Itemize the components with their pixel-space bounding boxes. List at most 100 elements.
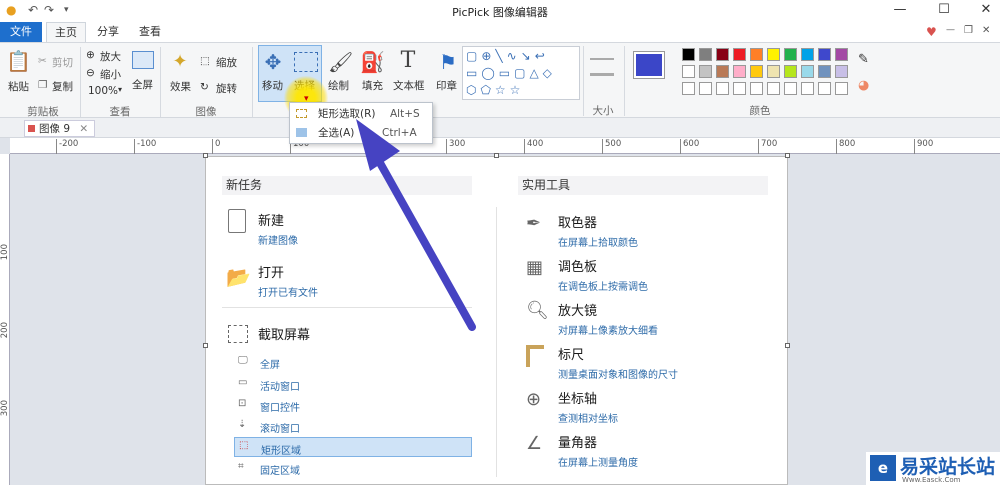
chevron-down-icon[interactable]: ▾: [118, 85, 122, 94]
palette-swatch[interactable]: [818, 48, 831, 61]
axis-link[interactable]: 坐标轴: [558, 388, 597, 407]
palette-swatch[interactable]: [733, 82, 746, 95]
palette-swatch[interactable]: [801, 82, 814, 95]
palette-swatch[interactable]: [767, 82, 780, 95]
palette-swatch[interactable]: [682, 48, 695, 61]
shapes-gallery[interactable]: ▢⊕╲∿↘↩ ▭◯▭▢△◇ ⬡⬠☆☆: [462, 46, 580, 100]
maximize-button[interactable]: ☐: [932, 2, 956, 17]
new-link[interactable]: 新建: [258, 210, 284, 229]
palette-swatch[interactable]: [716, 82, 729, 95]
resize-handle[interactable]: [785, 343, 790, 348]
palette-swatch[interactable]: [716, 48, 729, 61]
capture-fullscreen[interactable]: 全屏: [260, 356, 280, 371]
color-palette-link[interactable]: 调色板: [558, 256, 597, 275]
open-link[interactable]: 打开: [258, 262, 284, 281]
tab-file[interactable]: 文件: [0, 22, 42, 42]
minimize-button[interactable]: —: [888, 2, 912, 17]
tab-share[interactable]: 分享: [90, 22, 126, 42]
zoom-out-button[interactable]: 缩小: [100, 67, 121, 82]
palette-swatch[interactable]: [818, 65, 831, 78]
resize-handle[interactable]: [494, 153, 499, 158]
tab-view[interactable]: 查看: [132, 22, 168, 42]
tab-home[interactable]: 主页: [46, 22, 86, 42]
palette-swatch[interactable]: [835, 48, 848, 61]
restore-icon[interactable]: ❐: [964, 25, 973, 36]
doc-close-icon[interactable]: ✕: [982, 25, 990, 36]
document-tabs: 图像 9 ✕: [0, 118, 1000, 138]
resize-handle[interactable]: [203, 343, 208, 348]
copy-button[interactable]: 复制: [52, 79, 73, 94]
capture-fixed[interactable]: 固定区域: [260, 462, 300, 477]
palette-swatch[interactable]: [733, 65, 746, 78]
palette-swatch[interactable]: [801, 48, 814, 61]
capture-control[interactable]: 窗口控件: [260, 399, 300, 414]
palette-swatch[interactable]: [784, 65, 797, 78]
fullscreen-button[interactable]: 全屏: [132, 77, 153, 92]
capture-link[interactable]: 截取屏幕: [258, 324, 310, 343]
move-button[interactable]: 移动: [262, 78, 283, 93]
shape-row: ⬡⬠☆☆: [466, 83, 525, 97]
heart-icon[interactable]: ♥: [926, 25, 937, 39]
close-button[interactable]: ✕: [974, 2, 998, 17]
protractor-sub: 在屏幕上测量角度: [558, 458, 638, 469]
palette-icon[interactable]: ◕: [858, 78, 869, 93]
zoom-level-select[interactable]: 100%: [88, 85, 118, 97]
capture-scroll[interactable]: 滚动窗口: [260, 420, 300, 435]
magnifier-icon: 🔍︎: [526, 300, 549, 321]
paste-button[interactable]: 粘贴: [8, 79, 29, 94]
palette-swatch[interactable]: [716, 65, 729, 78]
palette-swatch[interactable]: [750, 48, 763, 61]
rotate-button[interactable]: 旋转: [216, 81, 237, 96]
resize-button[interactable]: 缩放: [216, 55, 237, 70]
arrow-head: [356, 119, 400, 171]
draw-button[interactable]: 绘制: [328, 78, 349, 93]
capture-region-row[interactable]: ⬚ 矩形区域: [234, 437, 472, 457]
palette-swatch[interactable]: [682, 65, 695, 78]
close-tab-icon[interactable]: ✕: [79, 123, 88, 135]
zoom-out-icon: ⊖: [86, 67, 95, 79]
palette-swatch[interactable]: [767, 65, 780, 78]
brush-icon: 🖌: [328, 50, 354, 74]
resize-handle[interactable]: [785, 153, 790, 158]
protractor-link[interactable]: 量角器: [558, 432, 597, 451]
palette-swatch[interactable]: [801, 65, 814, 78]
palette-swatch[interactable]: [767, 48, 780, 61]
ruler-tick: 700: [758, 139, 777, 154]
separator: [583, 46, 584, 116]
shape-row: ▭◯▭▢△◇: [466, 66, 556, 80]
column-divider: [496, 207, 497, 477]
canvas[interactable]: 新任务 实用工具 新建 新建图像 📂 打开 打开已有文件 截取屏幕 🖵 全屏 ▭…: [205, 156, 788, 485]
ruler-tick: 600: [680, 139, 699, 154]
palette-swatch[interactable]: [750, 82, 763, 95]
palette-swatch[interactable]: [835, 82, 848, 95]
palette-swatch[interactable]: [835, 65, 848, 78]
resize-handle[interactable]: [203, 153, 208, 158]
palette-swatch[interactable]: [699, 82, 712, 95]
palette-swatch[interactable]: [784, 48, 797, 61]
line-size-icon[interactable]: [590, 58, 614, 76]
primary-color-swatch[interactable]: [633, 51, 665, 79]
zoom-in-button[interactable]: 放大: [100, 49, 121, 64]
palette-swatch[interactable]: [682, 82, 695, 95]
color-picker-icon[interactable]: ✎: [858, 52, 869, 67]
palette-swatch[interactable]: [818, 82, 831, 95]
cut-button[interactable]: 剪切: [52, 55, 73, 70]
palette-swatch[interactable]: [699, 48, 712, 61]
ruler-link[interactable]: 标尺: [558, 344, 584, 363]
magnifier-link[interactable]: 放大镜: [558, 300, 597, 319]
doc-tab-image9[interactable]: 图像 9 ✕: [24, 120, 96, 137]
color-palette-sub: 在调色板上按需调色: [558, 282, 648, 293]
textbox-button[interactable]: 文本框: [393, 78, 425, 93]
effects-button[interactable]: 效果: [170, 79, 191, 94]
fill-button[interactable]: 填充: [362, 78, 383, 93]
separator: [252, 47, 253, 117]
palette-swatch[interactable]: [784, 82, 797, 95]
palette-swatch[interactable]: [750, 65, 763, 78]
ribbon-min-icon[interactable]: —: [946, 25, 955, 35]
palette-swatch[interactable]: [733, 48, 746, 61]
color-picker-link[interactable]: 取色器: [558, 212, 597, 231]
palette-swatch[interactable]: [699, 65, 712, 78]
window-capture-icon: ▭: [238, 377, 248, 388]
stamp-button[interactable]: 印章: [436, 78, 457, 93]
capture-active-window[interactable]: 活动窗口: [260, 378, 300, 393]
